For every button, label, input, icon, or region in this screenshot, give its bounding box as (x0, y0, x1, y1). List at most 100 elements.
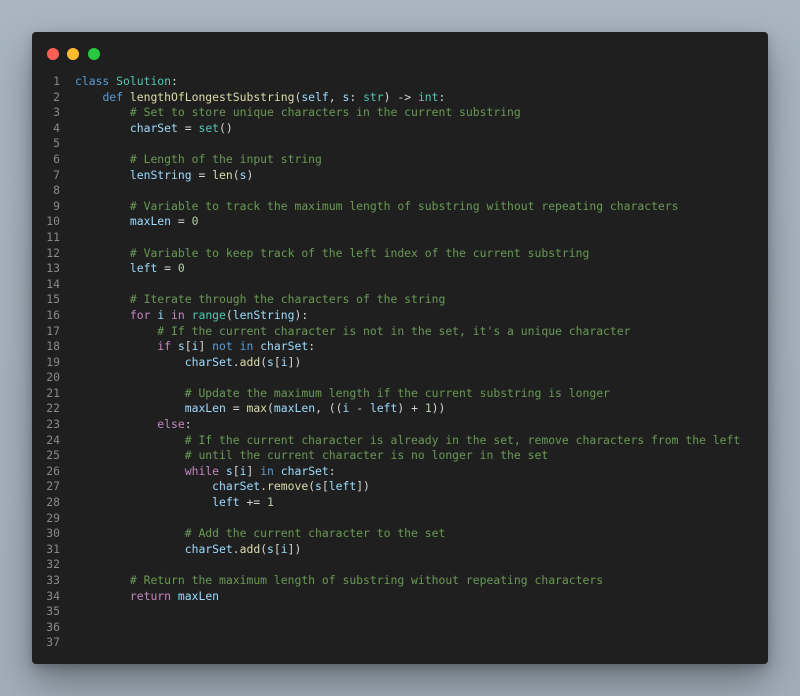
line-number: 3 (53, 105, 60, 120)
code-line: 24 # If the current character is already… (32, 433, 768, 449)
code-token: s (315, 479, 322, 494)
code-token: left (212, 495, 240, 510)
line-code: # Return the maximum length of substring… (75, 573, 603, 589)
minimize-window-button[interactable] (67, 48, 79, 60)
line-number: 34 (46, 588, 60, 603)
code-token: [ (232, 463, 240, 478)
code-token: maxLen (273, 401, 316, 416)
code-line: 28 left += 1 (32, 495, 768, 511)
code-token: # If the current character is not in the… (157, 323, 631, 338)
line-code: charSet.add(s[i]) (75, 354, 302, 371)
code-line: 19 charSet.add(s[i]) (32, 355, 768, 371)
code-token: , (( (315, 401, 343, 416)
line-number: 18 (46, 339, 60, 354)
code-token: [ (321, 479, 329, 494)
code-token: remove (267, 479, 309, 494)
code-line: 6 # Length of the input string (32, 152, 768, 168)
code-token: ( (267, 401, 274, 416)
code-line: 11 (32, 230, 768, 246)
line-code: lenString = len(s) (75, 168, 253, 184)
line-number: 36 (46, 619, 60, 634)
line-number: 7 (53, 167, 60, 182)
line-number: 16 (46, 307, 60, 322)
close-window-button[interactable] (47, 48, 59, 60)
code-token: ]) (287, 541, 302, 556)
code-token: ] (198, 339, 213, 354)
code-token: : (438, 89, 446, 104)
code-token: += (239, 495, 268, 510)
line-number: 13 (46, 261, 60, 276)
line-code: # If the current character is already in… (75, 433, 740, 449)
code-token: class (75, 74, 110, 88)
code-token: [ (273, 541, 281, 556)
code-token: # Update the maximum length if the curre… (184, 385, 610, 400)
line-code: # Variable to track the maximum length o… (75, 199, 679, 215)
line-number: 23 (46, 417, 60, 432)
line-number: 33 (46, 573, 60, 587)
code-line: 17 # If the current character is not in … (32, 324, 768, 340)
code-token: = (171, 214, 192, 229)
line-code: # Update the maximum length if the curre… (75, 386, 610, 402)
code-line: 5 (32, 136, 768, 152)
line-code: left = 0 (75, 261, 185, 277)
code-token: [ (184, 339, 192, 354)
code-token: () (219, 120, 233, 135)
code-token: ) + (397, 401, 425, 416)
code-line: 36 (32, 620, 768, 636)
code-line: 33 # Return the maximum length of substr… (32, 573, 768, 589)
code-editor[interactable]: 1 class Solution: 2 def lengthOfLongestSub… (32, 74, 768, 651)
code-token: # until the current character is no long… (184, 448, 549, 463)
code-token: while (184, 463, 220, 478)
line-code: charSet = set() (75, 121, 233, 137)
line-code: maxLen = 0 (75, 214, 199, 230)
code-token: int (417, 89, 439, 104)
code-token: ) (246, 167, 254, 182)
code-token: max (246, 401, 268, 416)
code-token: # Variable to track the maximum length o… (129, 198, 679, 213)
code-token: left (328, 479, 357, 494)
line-number: 17 (46, 323, 60, 338)
line-code: # Length of the input string (75, 152, 322, 168)
code-token: lenString (232, 307, 295, 322)
line-code: maxLen = max(maxLen, ((i - left) + 1)) (75, 401, 446, 417)
line-code: class Solution: (75, 74, 178, 90)
code-line: 4 charSet = set() (32, 121, 768, 137)
code-token: = (177, 120, 199, 135)
code-line: 20 (32, 370, 768, 386)
line-code: # If the current character is not in the… (75, 324, 630, 340)
code-token: 1 (267, 495, 274, 510)
code-token: [ (273, 354, 281, 369)
line-number: 19 (46, 354, 60, 369)
line-number: 26 (46, 463, 60, 478)
code-token: s (225, 463, 233, 478)
code-token: not in (212, 339, 254, 354)
line-code: # until the current character is no long… (75, 448, 548, 464)
code-token: # If the current character is already in… (184, 432, 741, 447)
code-token: set (198, 120, 220, 135)
line-number: 35 (46, 604, 60, 619)
code-token: for (129, 307, 151, 322)
code-token: . (232, 354, 240, 369)
code-token: 1 (424, 401, 432, 416)
code-token: ]) (356, 479, 370, 494)
code-token: = (157, 261, 178, 276)
line-code: charSet.add(s[i]) (75, 541, 302, 558)
line-number: 4 (53, 120, 60, 135)
line-code: while s[i] in charSet: (75, 464, 336, 480)
code-line: 27 charSet.remove(s[left]) (32, 479, 768, 495)
code-token: ] (246, 463, 261, 478)
zoom-window-button[interactable] (88, 48, 100, 60)
line-number: 11 (46, 229, 60, 244)
code-token: : (308, 339, 316, 354)
code-token: self (301, 89, 329, 104)
